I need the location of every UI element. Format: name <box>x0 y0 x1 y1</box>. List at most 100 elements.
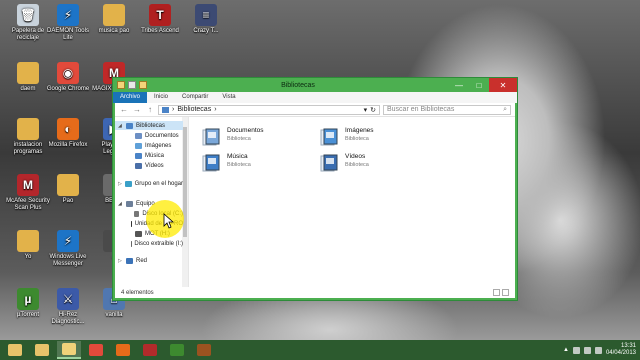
desktop-app-icon: ◉ <box>57 62 79 84</box>
taskbar-button-app-4[interactable] <box>138 341 162 359</box>
desktop-icon-label: Hi-Rez Diagnostic... <box>51 312 85 325</box>
breadcrumb-separator-icon: › <box>172 106 175 113</box>
documents-library-icon <box>201 127 221 147</box>
library-item[interactable]: Vídeos Biblioteca <box>319 153 369 173</box>
search-box[interactable]: Buscar en Bibliotecas ⌕ <box>383 104 511 115</box>
navigation-pane: ◢ Bibliotecas Documentos Imágenes Música Víde… <box>115 117 189 287</box>
library-name: Imágenes <box>345 127 374 134</box>
address-bar[interactable]: › Bibliotecas › ▾ ↻ <box>158 104 380 115</box>
desktop-app-icon: ≡ <box>195 4 217 26</box>
taskbar-button-chrome[interactable] <box>84 341 108 359</box>
taskbar-button-app-5[interactable] <box>165 341 189 359</box>
back-icon[interactable]: ← <box>119 105 129 115</box>
pictures-library-icon <box>319 127 339 147</box>
desktop-icon[interactable]: ◉ Google Chrome <box>44 62 92 93</box>
folder-icon[interactable] <box>117 81 125 89</box>
clock-date: 04/04/2013 <box>605 350 636 356</box>
taskbar-button-explorer[interactable] <box>30 341 54 359</box>
expand-chevron-icon[interactable]: ▷ <box>118 258 123 264</box>
nav-tree-item[interactable]: Disco extraíble (I:) <box>115 239 183 248</box>
folder-icon <box>125 180 132 187</box>
music-library-icon <box>201 153 221 173</box>
taskbar-app-icon <box>197 344 211 356</box>
search-icon: ⌕ <box>503 105 507 113</box>
desktop-icon-label: Pao <box>62 198 74 204</box>
address-dropdown-icon[interactable]: ▾ <box>364 106 368 114</box>
details-view-icon[interactable] <box>493 289 500 296</box>
library-item[interactable]: Música Biblioteca <box>201 153 251 173</box>
nav-tree-item[interactable]: ▷ Red <box>115 256 183 265</box>
desktop-app-icon: 🗑 <box>17 4 39 26</box>
volume-icon[interactable] <box>594 346 602 354</box>
folder-icon <box>135 162 142 169</box>
tray-app-icon[interactable] <box>572 346 580 354</box>
new-folder-icon[interactable] <box>139 81 147 89</box>
show-hidden-icons-icon[interactable]: ▲ <box>563 347 569 353</box>
library-type: Biblioteca <box>227 136 251 142</box>
nav-tree-item[interactable]: Vídeos <box>115 161 183 170</box>
clock[interactable]: 13:31 04/04/2013 <box>606 343 636 357</box>
quick-access-toolbar <box>117 81 147 89</box>
folder-icon <box>130 220 132 227</box>
nav-tree-item[interactable]: Documentos <box>115 131 183 140</box>
breadcrumb-chevron-icon[interactable]: › <box>214 106 216 113</box>
forward-icon[interactable]: → <box>132 105 142 115</box>
taskbar-button-explorer-files[interactable] <box>57 341 81 359</box>
library-item[interactable]: Documentos Biblioteca <box>201 127 264 147</box>
nav-tree-item[interactable]: Imágenes <box>115 141 183 150</box>
desktop-icon-label: Windows Live Messenger <box>49 254 87 267</box>
content-pane: Documentos Biblioteca Imágenes Biblioteca Mú… <box>189 117 515 287</box>
desktop-icon-label: Yo <box>24 254 32 260</box>
desktop-icon[interactable]: musica pao <box>90 4 138 35</box>
tab-vista[interactable]: Vista <box>215 92 517 103</box>
desktop-app-icon <box>103 4 125 26</box>
tab-inicio[interactable]: Inicio <box>147 92 176 103</box>
expand-chevron-icon[interactable]: ◢ <box>118 123 123 129</box>
properties-icon[interactable] <box>128 81 136 89</box>
desktop-app-icon <box>17 118 39 140</box>
title-bar[interactable]: Bibliotecas — □ ✕ <box>113 78 517 92</box>
maximize-button[interactable]: □ <box>469 78 489 92</box>
expand-chevron-icon[interactable]: ◢ <box>118 201 123 207</box>
network-icon[interactable] <box>583 346 591 354</box>
tab-compartir[interactable]: Compartir <box>175 92 216 103</box>
expand-chevron-icon[interactable]: ▷ <box>118 181 122 187</box>
view-buttons <box>493 289 509 296</box>
desktop-icon[interactable]: ◐ Mozilla Firefox <box>44 118 92 149</box>
folder-icon <box>135 142 142 149</box>
desktop-app-icon: ⚡ <box>57 230 79 252</box>
taskbar-app-icon <box>89 344 103 356</box>
nav-tree-item[interactable]: Música <box>115 151 183 160</box>
desktop-icon[interactable]: T Tribes Ascend <box>136 4 184 35</box>
nav-tree-label: Red <box>136 257 148 264</box>
library-item[interactable]: Imágenes Biblioteca <box>319 127 374 147</box>
start-button[interactable] <box>3 341 27 359</box>
library-type: Biblioteca <box>227 162 251 168</box>
folder-icon <box>126 122 133 129</box>
close-button[interactable]: ✕ <box>489 78 517 92</box>
explorer-window[interactable]: Bibliotecas — □ ✕ Archivo Inicio Compart… <box>112 77 518 301</box>
nav-tree-label: Documentos <box>145 132 179 139</box>
desktop-icon[interactable]: ⚔ Hi-Rez Diagnostic... <box>44 288 92 326</box>
nav-tree-item[interactable]: ▷ Grupo en el hogar <box>115 179 183 188</box>
library-name: Vídeos <box>345 153 366 160</box>
folder-icon <box>135 152 142 159</box>
desktop-icon-label: DAEMON Tools Lite <box>47 28 89 41</box>
desktop-icon[interactable]: ⚡ Windows Live Messenger <box>44 230 92 268</box>
taskbar-button-firefox[interactable] <box>111 341 135 359</box>
nav-tree-item[interactable]: ◢ Bibliotecas <box>115 121 183 130</box>
mouse-pointer-icon <box>163 213 175 229</box>
up-icon[interactable]: ↑ <box>145 105 155 115</box>
refresh-icon[interactable]: ↻ <box>370 106 376 114</box>
desktop-icon[interactable]: ⚡ DAEMON Tools Lite <box>44 4 92 42</box>
taskbar-button-app-6[interactable] <box>192 341 216 359</box>
desktop-icon[interactable]: Pao <box>44 174 92 205</box>
taskbar-app-icon <box>143 344 157 356</box>
desktop-icon[interactable]: ≡ Crazy T... <box>182 4 230 35</box>
videos-library-icon <box>319 153 339 173</box>
breadcrumb-bibliotecas[interactable]: Bibliotecas <box>177 106 211 113</box>
minimize-button[interactable]: — <box>449 78 469 92</box>
large-icons-view-icon[interactable] <box>502 289 509 296</box>
taskbar-app-icon <box>116 344 130 356</box>
tab-archivo[interactable]: Archivo <box>113 92 148 103</box>
